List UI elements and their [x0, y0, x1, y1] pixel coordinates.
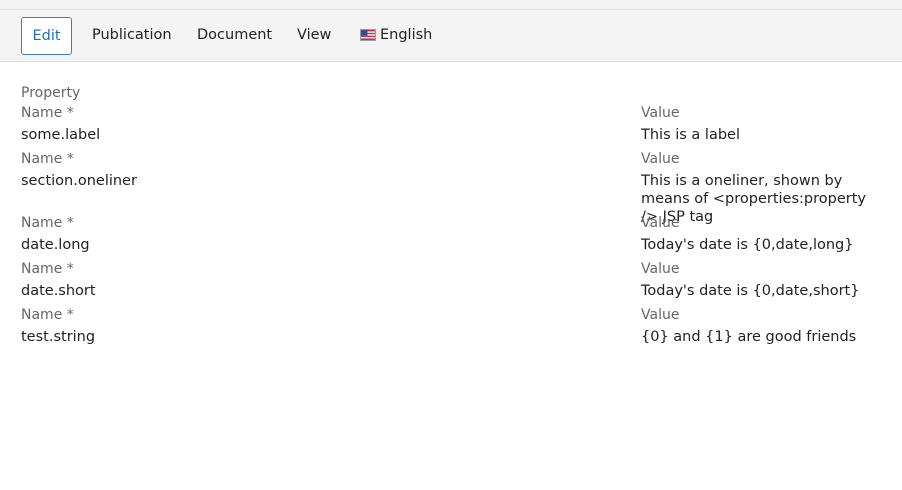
property-name-field[interactable]: some.label: [21, 126, 100, 144]
name-label: Name *: [21, 307, 74, 323]
value-label: Value: [641, 105, 680, 121]
name-label: Name *: [21, 215, 74, 231]
tab-edit[interactable]: Edit: [21, 17, 72, 55]
property-value-field[interactable]: This is a label: [641, 126, 881, 144]
value-label: Value: [641, 151, 680, 167]
top-strip: [0, 0, 902, 10]
name-label: Name *: [21, 151, 74, 167]
toolbar: Edit Publication Document View English: [0, 10, 902, 62]
value-label: Value: [641, 261, 680, 277]
tab-document[interactable]: Document: [197, 17, 272, 53]
tab-view[interactable]: View: [297, 17, 331, 53]
property-name-field[interactable]: date.long: [21, 236, 90, 254]
property-value-field[interactable]: Today's date is {0,date,short}: [641, 282, 881, 300]
property-name-field[interactable]: date.short: [21, 282, 96, 300]
property-value-field[interactable]: {0} and {1} are good friends: [641, 328, 881, 346]
properties-heading: Property: [21, 85, 81, 101]
value-label: Value: [641, 215, 680, 231]
property-name-field[interactable]: test.string: [21, 328, 95, 346]
tab-publication[interactable]: Publication: [92, 17, 172, 53]
language-selector[interactable]: English: [360, 17, 433, 53]
language-label: English: [380, 27, 433, 43]
name-label: Name *: [21, 261, 74, 277]
us-flag-icon: [360, 29, 376, 41]
property-name-field[interactable]: section.oneliner: [21, 172, 137, 190]
value-label: Value: [641, 307, 680, 323]
name-label: Name *: [21, 105, 74, 121]
property-value-field[interactable]: Today's date is {0,date,long}: [641, 236, 881, 254]
